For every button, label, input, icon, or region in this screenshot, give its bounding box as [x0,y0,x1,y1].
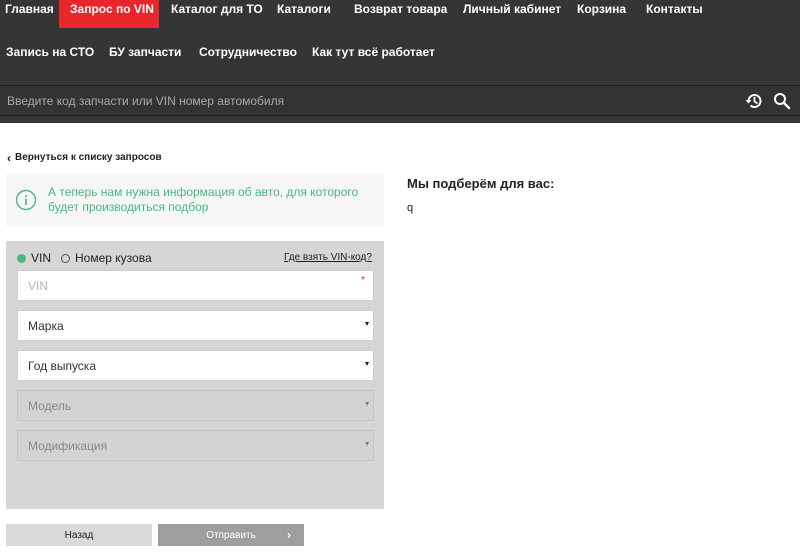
model-select-value: Модель [28,398,72,413]
model-select[interactable]: Модель [17,390,374,421]
dropdown-caret-icon [365,442,369,446]
nav-item-account[interactable]: Личный кабинет [452,0,565,28]
nav-item-how-it-works[interactable]: Как тут всё работает [300,38,452,66]
info-message: А теперь нам нужна информация об авто, д… [48,185,359,214]
nav-item-returns[interactable]: Возврат товара [343,0,452,28]
body-number-radio[interactable] [61,253,71,263]
chevron-right-icon: › [287,528,291,542]
secondary-nav: Запись на СТО БУ запчасти Сотрудничество… [0,38,452,66]
dropdown-caret-icon [365,402,369,406]
chevron-left-icon: ‹ [7,150,11,165]
nav-item-service-booking[interactable]: Запись на СТО [0,38,97,66]
required-mark: * [361,275,365,286]
submit-button-label: Отправить [206,529,256,541]
vin-input[interactable] [28,278,348,293]
make-select-value: Марка [28,318,64,333]
back-link-label: Вернуться к списку запросов [15,152,162,163]
identifier-type-selector: VIN Номер кузова [17,251,162,265]
vehicle-form: VIN Номер кузова Где взять VIN-код? * Ма… [6,241,384,509]
vin-field[interactable]: * [17,270,374,301]
nav-item-partnership[interactable]: Сотрудничество [187,38,300,66]
selection-content: q [407,202,414,214]
nav-item-home[interactable]: Главная [0,0,59,28]
where-to-find-vin-link[interactable]: Где взять VIN-код? [284,252,372,263]
year-select-value: Год выпуска [28,358,96,373]
body-number-radio-label[interactable]: Номер кузова [75,251,152,265]
modification-select[interactable]: Модификация [17,430,374,461]
info-icon [15,189,37,211]
nav-item-used-parts[interactable]: БУ запчасти [97,38,187,66]
nav-item-contacts[interactable]: Контакты [634,0,706,28]
site-header: Главная Запрос по VIN Каталог для ТО Кат… [0,0,800,123]
info-box: А теперь нам нужна информация об авто, д… [6,174,384,226]
nav-item-cart[interactable]: Корзина [565,0,634,28]
search-icon[interactable] [772,91,792,111]
dropdown-caret-icon [365,362,369,366]
nav-item-maintenance-catalog[interactable]: Каталог для ТО [159,0,267,28]
back-button[interactable]: Назад [6,524,152,546]
vin-radio[interactable] [17,253,26,263]
main-nav: Главная Запрос по VIN Каталог для ТО Кат… [0,0,706,28]
back-to-requests-link[interactable]: ‹ Вернуться к списку запросов [7,150,162,165]
history-icon[interactable] [744,91,764,111]
nav-item-vin-request[interactable]: Запрос по VIN [59,0,159,28]
vin-radio-label[interactable]: VIN [31,251,51,265]
search-bar [0,85,800,116]
dropdown-caret-icon [365,322,369,326]
modification-select-value: Модификация [28,438,108,453]
search-input[interactable] [0,86,735,115]
nav-item-catalogs[interactable]: Каталоги [267,0,343,28]
make-select[interactable]: Марка [17,310,374,341]
year-select[interactable]: Год выпуска [17,350,374,381]
selection-title: Мы подберём для вас: [407,176,555,191]
submit-button[interactable]: Отправить › [158,524,304,546]
